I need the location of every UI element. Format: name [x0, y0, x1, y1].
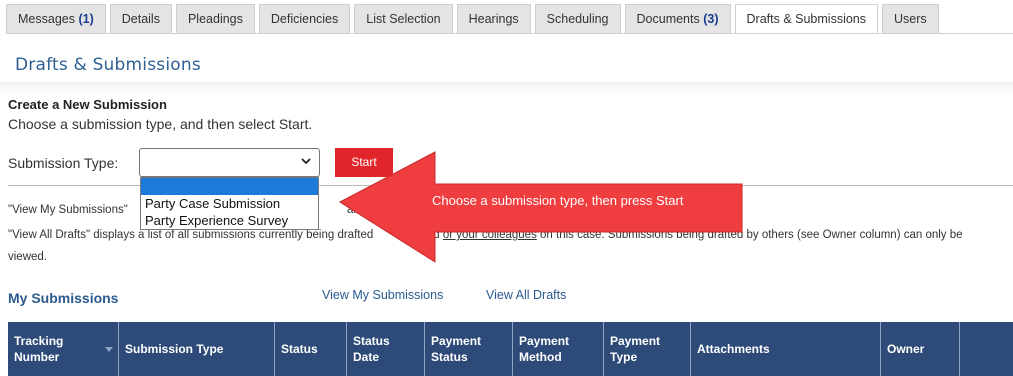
col-label: Date: [353, 350, 380, 364]
col-owner[interactable]: Owner: [881, 322, 960, 376]
col-label: Status: [353, 334, 390, 348]
col-label: Submission Type: [125, 342, 224, 356]
tab-divider: [6, 33, 1013, 34]
submissions-table-header: Tracking Number Submission Type Status St…: [8, 322, 1013, 376]
col-label: Status: [281, 342, 318, 356]
col-label: Payment: [431, 334, 482, 348]
info-line-3: viewed.: [8, 251, 47, 263]
tab-pleadings[interactable]: Pleadings: [175, 4, 255, 33]
tab-label: Users: [894, 12, 927, 26]
col-label: Attachments: [697, 342, 770, 356]
tab-label: Deficiencies: [270, 12, 339, 26]
tab-label: Pleadings: [187, 12, 243, 26]
option-blank[interactable]: [141, 178, 318, 195]
tab-count: (1): [78, 12, 94, 26]
tab-drafts-submissions[interactable]: Drafts & Submissions: [734, 4, 878, 33]
view-all-drafts-link[interactable]: View All Drafts: [486, 288, 566, 302]
col-label: Method: [519, 350, 562, 364]
col-payment-type[interactable]: Payment Type: [604, 322, 691, 376]
tab-label: Details: [121, 12, 160, 26]
tab-details[interactable]: Details: [109, 4, 172, 33]
chevron-down-icon: [301, 158, 311, 165]
tab-hearings[interactable]: Hearings: [456, 4, 531, 33]
info-line-1-start: "View My Submissions": [8, 204, 128, 216]
option-party-experience-survey[interactable]: Party Experience Survey: [141, 212, 318, 229]
view-my-submissions-link[interactable]: View My Submissions: [322, 288, 443, 302]
tab-count: (3): [703, 12, 719, 26]
tab-label: Messages: [18, 12, 75, 26]
submission-type-select[interactable]: [139, 148, 320, 177]
page-title: Drafts & Submissions: [15, 55, 201, 75]
tab-list-selection[interactable]: List Selection: [354, 4, 453, 33]
col-actions: [960, 322, 1013, 376]
col-label: Payment: [610, 334, 661, 348]
create-instructions: Choose a submission type, and then selec…: [8, 116, 313, 132]
col-label: Status: [431, 350, 468, 364]
submission-type-label: Submission Type:: [8, 155, 119, 171]
col-label: Type: [610, 350, 638, 364]
submission-type-options[interactable]: Party Case Submission Party Experience S…: [140, 177, 319, 230]
col-label: Owner: [887, 342, 925, 356]
tab-label: Scheduling: [546, 12, 609, 26]
info-line-1: "View My Submissions": [8, 204, 128, 216]
callout-text: Choose a submission type, then press Sta…: [432, 193, 684, 208]
tab-bar: Messages (1) Details Pleadings Deficienc…: [6, 4, 943, 34]
tab-label: Drafts & Submissions: [746, 12, 866, 26]
col-payment-status[interactable]: Payment Status: [425, 322, 513, 376]
tab-messages[interactable]: Messages (1): [6, 4, 106, 33]
col-label: Payment: [519, 334, 570, 348]
col-payment-method[interactable]: Payment Method: [513, 322, 604, 376]
tab-scheduling[interactable]: Scheduling: [534, 4, 621, 33]
tab-deficiencies[interactable]: Deficiencies: [258, 4, 351, 33]
col-status-date[interactable]: Status Date: [347, 322, 425, 376]
info-line-2-start: "View All Drafts" displays a list of all…: [8, 229, 374, 241]
col-status[interactable]: Status: [275, 322, 347, 376]
my-submissions-heading: My Submissions: [8, 290, 119, 306]
col-submission-type[interactable]: Submission Type: [119, 322, 275, 376]
col-label: Tracking: [14, 334, 64, 348]
tab-documents[interactable]: Documents (3): [624, 4, 731, 33]
col-tracking-number[interactable]: Tracking Number: [8, 322, 119, 376]
create-submission-heading: Create a New Submission: [8, 97, 167, 112]
option-party-case-submission[interactable]: Party Case Submission: [141, 195, 318, 212]
col-attachments[interactable]: Attachments: [691, 322, 881, 376]
sort-indicator-icon: [105, 347, 113, 352]
tab-users[interactable]: Users: [882, 4, 939, 33]
tab-label: List Selection: [366, 12, 441, 26]
title-divider: [0, 82, 1013, 94]
tab-label: Documents: [636, 12, 700, 26]
tab-label: Hearings: [468, 12, 519, 26]
col-label: Number: [14, 350, 60, 364]
